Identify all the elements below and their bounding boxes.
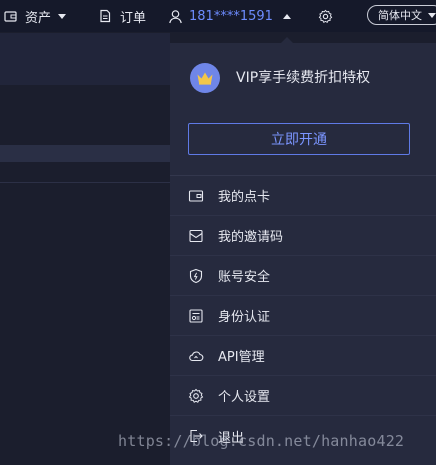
vip-banner: VIP享手续费折扣特权 — [170, 43, 436, 113]
document-icon — [98, 9, 112, 23]
menu-item-personal-settings[interactable]: 个人设置 — [170, 376, 436, 416]
divider — [0, 182, 170, 183]
orders-link[interactable]: 订单 — [98, 0, 146, 32]
chevron-down-icon — [58, 13, 67, 19]
menu-item-label: API管理 — [218, 350, 265, 365]
orders-label: 订单 — [120, 10, 147, 26]
crown-icon — [190, 63, 220, 93]
api-cloud-icon — [188, 348, 204, 364]
menu-item-invite-code[interactable]: 我的邀请码 — [170, 216, 436, 256]
settings-button[interactable] — [318, 0, 333, 32]
user-phone: 181****1591 — [189, 8, 273, 24]
top-nav-bar: 资产 订单 181****1591 简体中文 — [0, 0, 436, 32]
invite-icon — [188, 228, 204, 244]
page-header-band — [0, 33, 170, 85]
card-icon — [188, 188, 204, 204]
gear-icon — [188, 388, 204, 404]
page-table-header — [0, 145, 170, 162]
chevron-down-icon — [428, 12, 436, 18]
vip-text: VIP享手续费折扣特权 — [236, 70, 371, 86]
user-menu-list: 我的点卡 我的邀请码 账号安全 身份认证 API管理 个人设置 退出 — [170, 176, 436, 456]
menu-item-label: 个人设置 — [218, 390, 271, 405]
menu-item-label: 账号安全 — [218, 270, 271, 285]
user-dropdown: VIP享手续费折扣特权 立即开通 我的点卡 我的邀请码 账号安全 身份认证 AP… — [170, 37, 436, 465]
assets-label: 资产 — [25, 10, 52, 26]
menu-item-account-security[interactable]: 账号安全 — [170, 256, 436, 296]
user-icon — [168, 9, 183, 24]
language-select[interactable]: 简体中文 — [367, 5, 436, 25]
watermark-text: https://blog.csdn.net/hanhao422 — [118, 432, 405, 450]
open-vip-button[interactable]: 立即开通 — [188, 123, 410, 155]
wallet-icon — [4, 10, 17, 23]
menu-item-api-management[interactable]: API管理 — [170, 336, 436, 376]
menu-item-label: 我的邀请码 — [218, 230, 284, 245]
menu-item-label: 身份认证 — [218, 310, 271, 325]
menu-item-identity-verification[interactable]: 身份认证 — [170, 296, 436, 336]
shield-icon — [188, 268, 204, 284]
gear-icon — [318, 9, 333, 24]
menu-item-point-card[interactable]: 我的点卡 — [170, 176, 436, 216]
menu-item-label: 我的点卡 — [218, 190, 271, 205]
user-menu[interactable]: 181****1591 — [168, 0, 291, 32]
assets-menu[interactable]: 资产 — [0, 0, 67, 32]
chevron-up-icon — [282, 13, 291, 19]
language-value: 简体中文 — [378, 9, 422, 22]
id-card-icon — [188, 308, 204, 324]
